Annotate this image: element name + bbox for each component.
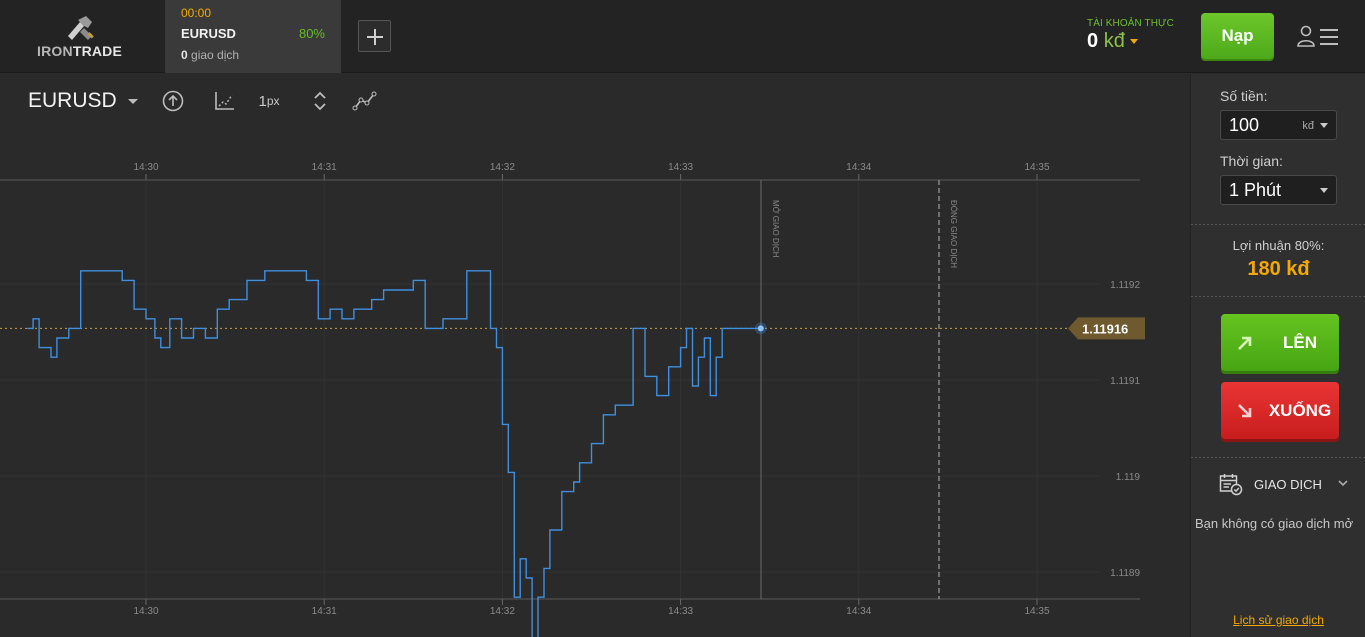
price-dot-core [757,325,764,332]
x-tick-label: 14:33 [668,606,693,617]
x-tick-label: 14:35 [1024,606,1049,617]
account-selector[interactable]: TÀI KHOẢN THỰC 0 kđ [1087,18,1187,52]
asset-tab-symbol: EURUSD [181,26,236,41]
current-price-dot [754,322,767,335]
line-width-button[interactable]: 1 px [256,88,282,114]
plus-icon [367,29,383,45]
add-asset-button[interactable] [358,20,391,52]
trades-section-toggle[interactable]: GIAO DỊCH [1219,472,1354,498]
x-tick-label: 14:30 [133,606,158,617]
x-tick-label: 14:31 [312,162,337,173]
x-tick-label: 14:32 [490,606,515,617]
deposit-button[interactable]: Nạp [1201,13,1274,59]
asset-dropdown[interactable]: EURUSD [28,89,138,113]
x-tick-label: 14:33 [668,162,693,173]
price-chart[interactable]: 14:30 14:31 14:32 14:33 14:34 14:35 14:30 14:3… [0,130,1190,637]
divider [1191,457,1365,458]
amount-label: Số tiền: [1220,88,1268,104]
chart-area: EURUSD 1 px 14:30 14:31 14:32 14:33 14:34 14:3… [0,74,1190,637]
chart-type-button[interactable] [160,88,186,114]
time-select[interactable]: 1 Phút [1220,175,1337,205]
logo-text: IRONTRADE [37,43,123,59]
no-trades-message: Bạn không có giao dịch mở [1195,516,1354,531]
open-trade-label: MỞ GIAO DỊCH [771,200,780,258]
logo-icon [68,16,94,40]
price-series-line [27,270,761,637]
trade-panel: Số tiền: 100 kđ Thời gian: 1 Phút Lợi nh… [1190,74,1365,637]
caret-down-icon [1320,188,1328,193]
current-price-tag: 1.11916 [1068,317,1145,340]
close-trade-label: ĐÓNG GIAO DỊCH [949,200,958,268]
amount-unit: kđ [1302,120,1314,132]
logo[interactable]: IRONTRADE [0,0,165,73]
asset-tab-trades: 0 giao dịch [181,48,240,62]
chart-axes-icon [215,92,234,110]
x-axis-bottom: 14:30 14:31 14:32 14:33 14:34 14:35 [133,599,1050,617]
y-tick-label: 1.119 [1116,472,1141,483]
trades-title: GIAO DỊCH [1254,477,1322,492]
user-icon [1297,25,1338,47]
trend-line-icon [352,91,377,111]
divider [1191,224,1365,225]
divider [1191,296,1365,297]
x-tick-label: 14:35 [1024,162,1049,173]
chevron-down-icon [1338,480,1348,487]
caret-down-icon [127,98,138,104]
chart-toolbar: EURUSD 1 px [0,74,1190,130]
trade-history-link[interactable]: Lịch sử giao dịch [1191,613,1365,627]
arrow-down-right-icon [1238,404,1252,418]
top-bar: IRONTRADE 00:00 EURUSD 80% 0 giao dịch T… [0,0,1365,73]
scale-button[interactable] [307,88,333,114]
y-tick-label: 1.1189 [1110,568,1140,579]
account-type-label: TÀI KHOẢN THỰC [1087,18,1174,29]
x-tick-label: 14:34 [846,606,871,617]
x-tick-label: 14:30 [133,162,158,173]
trading-app: IRONTRADE 00:00 EURUSD 80% 0 giao dịch T… [0,0,1365,637]
y-tick-label: 1.1191 [1110,376,1140,387]
current-price-label: 1.11916 [1082,321,1128,336]
chevron-up-down-icon [314,91,326,111]
down-button[interactable]: XUỐNG [1221,382,1339,439]
asset-tab-time: 00:00 [181,6,212,20]
arrow-up-circle-icon [162,90,184,112]
arrow-up-right-icon [1238,336,1252,350]
amount-input[interactable]: 100 kđ [1220,110,1337,140]
x-tick-label: 14:32 [490,162,515,173]
account-balance: 0 kđ [1087,30,1138,53]
x-axis-top: 14:30 14:31 14:32 14:33 14:34 14:35 [133,162,1050,180]
up-button[interactable]: LÊN [1221,314,1339,371]
indicators-button[interactable] [211,88,237,114]
x-tick-label: 14:31 [312,606,337,617]
asset-tab-payout: 80% [298,26,325,41]
time-label: Thời gian: [1220,153,1283,169]
x-tick-label: 14:34 [846,162,871,173]
y-tick-label: 1.1192 [1110,280,1140,291]
drawing-tools-button[interactable] [352,88,378,114]
caret-down-icon [1129,39,1138,45]
asset-tab-eurusd[interactable]: 00:00 EURUSD 80% 0 giao dịch [165,0,341,73]
profit-value: 180 kđ [1247,258,1310,280]
calendar-check-icon [1219,474,1243,496]
profit-label: Lợi nhuận 80%: [1232,238,1325,253]
caret-down-icon [1320,123,1328,128]
user-menu-button[interactable] [1296,24,1342,50]
